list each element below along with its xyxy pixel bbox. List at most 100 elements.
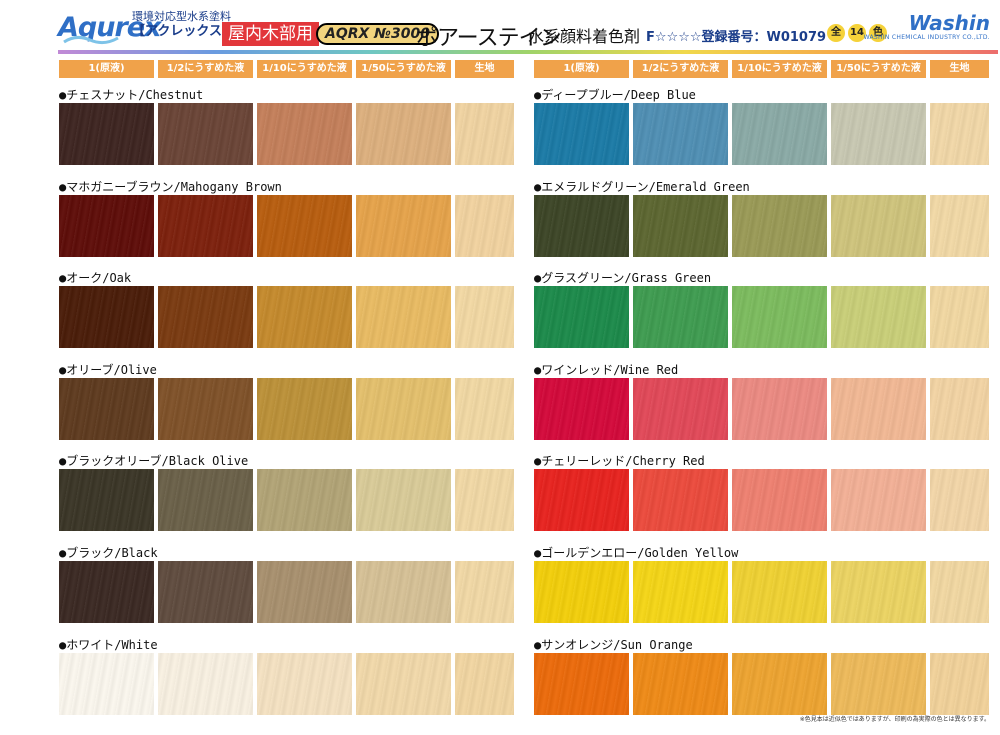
color-swatch: [59, 469, 154, 531]
swatch-row: [534, 653, 989, 715]
maker-company-name: WASHIN CHEMICAL INDUSTRY CO.,LTD.: [863, 34, 990, 41]
color-group-left: ●ホワイト/White: [59, 638, 514, 716]
column-header: 1/10にうすめた液: [732, 60, 827, 78]
color-swatch: [257, 195, 352, 257]
color-swatch: [930, 469, 989, 531]
brand-block: 環境対応型水系塗料 【アクレックス】: [132, 10, 235, 40]
column-header: 生地: [455, 60, 514, 78]
brand-name: 【アクレックス】: [132, 24, 235, 39]
swatch-row: [534, 286, 989, 348]
maker-logo-text: Washin: [908, 11, 990, 35]
color-name-label: ●オーク/Oak: [59, 271, 132, 285]
color-swatch: [356, 378, 451, 440]
swatch-row: [534, 195, 989, 257]
column-header: 1/2にうすめた液: [633, 60, 728, 78]
color-swatch: [831, 561, 926, 623]
color-swatch: [158, 469, 253, 531]
color-group-left: ●マホガニーブラウン/Mahogany Brown: [59, 180, 514, 258]
color-swatch: [831, 103, 926, 165]
color-swatch: [455, 103, 514, 165]
usage-badge: 屋内木部用: [222, 22, 319, 46]
color-swatch: [356, 195, 451, 257]
color-name-label: ●ワインレッド/Wine Red: [534, 363, 679, 377]
color-swatch: [356, 103, 451, 165]
color-name-label: ●サンオレンジ/Sun Orange: [534, 638, 693, 652]
color-swatch: [633, 653, 728, 715]
color-name-label: ●マホガニーブラウン/Mahogany Brown: [59, 180, 282, 194]
color-swatch: [257, 653, 352, 715]
color-swatch: [257, 286, 352, 348]
brand-subtitle: 環境対応型水系塗料: [132, 10, 231, 23]
color-swatch: [534, 378, 629, 440]
registration-number: F☆☆☆☆登録番号：W01079: [646, 30, 827, 45]
color-group-left: ●ブラックオリーブ/Black Olive: [59, 454, 514, 532]
swatch-row: [534, 469, 989, 531]
color-swatch: [455, 469, 514, 531]
color-swatch: [356, 653, 451, 715]
color-swatch: [534, 195, 629, 257]
footnote: ※色見本は近似色ではありますが、印刷の為実際の色とは異なります。: [799, 716, 990, 723]
color-name-label: ●エメラルドグリーン/Emerald Green: [534, 180, 750, 194]
swatch-row: [59, 378, 514, 440]
swatch-row: [59, 561, 514, 623]
color-name-label: ●チェスナット/Chestnut: [59, 88, 204, 102]
column-header: 1/50にうすめた液: [831, 60, 926, 78]
column-header: 1(原液): [59, 60, 154, 78]
swatch-row: [59, 195, 514, 257]
column-header-right: 1(原液) 1/2にうすめた液 1/10にうすめた液 1/50にうすめた液 生地: [534, 60, 989, 78]
color-name-label: ●ホワイト/White: [59, 638, 158, 652]
color-swatch: [158, 561, 253, 623]
color-group-left: ●オリーブ/Olive: [59, 363, 514, 441]
color-swatch: [59, 286, 154, 348]
column-header: 生地: [930, 60, 989, 78]
color-swatch: [59, 378, 154, 440]
product-type: 水系顔料着色剤: [528, 27, 641, 46]
color-group-right: ●ゴールデンエロー/Golden Yellow: [534, 546, 989, 624]
color-swatch: [930, 286, 989, 348]
color-swatch: [455, 561, 514, 623]
color-swatch: [831, 653, 926, 715]
column-header: 1/10にうすめた液: [257, 60, 352, 78]
color-swatch: [158, 195, 253, 257]
color-swatch: [455, 195, 514, 257]
swatch-row: [534, 561, 989, 623]
count-circle: 全: [827, 24, 845, 42]
color-swatch: [59, 653, 154, 715]
color-swatch: [534, 469, 629, 531]
color-group-right: ●チェリーレッド/Cherry Red: [534, 454, 989, 532]
color-swatch: [356, 561, 451, 623]
color-swatch: [732, 286, 827, 348]
color-swatch: [831, 378, 926, 440]
color-group-right: ●サンオレンジ/Sun Orange: [534, 638, 989, 716]
color-group-right: ●ディープブルー/Deep Blue: [534, 88, 989, 166]
color-swatch: [831, 286, 926, 348]
color-swatch: [633, 561, 728, 623]
color-group-left: ●ブラック/Black: [59, 546, 514, 624]
color-swatch: [59, 561, 154, 623]
rainbow-divider: [58, 50, 998, 54]
color-swatch: [633, 378, 728, 440]
color-name-label: ●グラスグリーン/Grass Green: [534, 271, 712, 285]
color-swatch: [831, 469, 926, 531]
color-name-label: ●チェリーレッド/Cherry Red: [534, 454, 705, 468]
color-swatch: [534, 653, 629, 715]
page-header: Aqurex 環境対応型水系塗料 【アクレックス】 屋内木部用 AQRX №30…: [0, 0, 1000, 54]
color-swatch: [930, 378, 989, 440]
color-swatch: [732, 653, 827, 715]
color-name-label: ●ブラック/Black: [59, 546, 158, 560]
column-header-left: 1(原液) 1/2にうすめた液 1/10にうすめた液 1/50にうすめた液 生地: [59, 60, 514, 78]
color-swatch: [732, 195, 827, 257]
swatch-row: [534, 103, 989, 165]
color-swatch: [831, 195, 926, 257]
color-swatch: [732, 103, 827, 165]
color-swatch: [158, 286, 253, 348]
color-swatch: [633, 286, 728, 348]
color-swatch: [455, 286, 514, 348]
color-swatch: [59, 195, 154, 257]
color-swatch: [732, 378, 827, 440]
color-swatch: [257, 378, 352, 440]
color-swatch: [930, 561, 989, 623]
color-swatch: [158, 653, 253, 715]
color-name-label: ●オリーブ/Olive: [59, 363, 157, 377]
swatch-row: [59, 103, 514, 165]
